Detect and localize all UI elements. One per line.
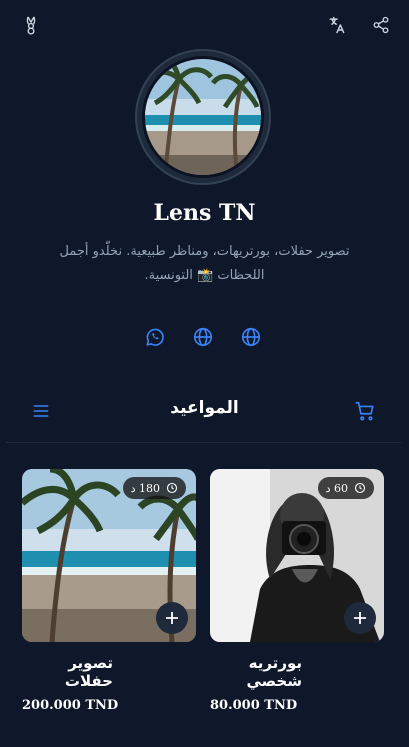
profile-bio: تصوير حفلات، بورتريهات، ومناظر طبيعية. ن… (59, 244, 350, 283)
service-price: 200.000 TND (22, 698, 119, 713)
cart-icon[interactable] (354, 400, 376, 422)
add-to-cart-button[interactable] (344, 602, 376, 634)
service-card[interactable]: 60 د بورتريه شخصي 80.000 TND (210, 469, 384, 713)
globe-icon[interactable] (239, 325, 263, 349)
globe-icon[interactable] (191, 325, 215, 349)
section-title: المواعيد (170, 398, 239, 418)
service-title: تصوير حفلات (64, 654, 113, 690)
service-image[interactable]: 180 د (22, 469, 196, 642)
add-to-cart-button[interactable] (156, 602, 188, 634)
translate-icon[interactable] (326, 14, 348, 36)
duration-badge: 180 د (122, 477, 186, 499)
profile-name: Lens TN (153, 200, 256, 226)
plus-icon (354, 612, 366, 624)
profile-avatar (135, 49, 271, 185)
service-image[interactable]: 60 د (210, 469, 384, 642)
section-divider (6, 442, 401, 443)
service-title: بورتريه شخصي (246, 654, 302, 690)
logo-icon[interactable] (20, 14, 42, 36)
beach-avatar-image (145, 59, 261, 175)
duration-badge: 60 د (317, 477, 374, 499)
share-icon[interactable] (370, 14, 392, 36)
service-price: 80.000 TND (210, 698, 298, 713)
clock-icon (166, 482, 178, 494)
duration-text: 180 د (130, 481, 160, 495)
clock-icon (354, 482, 366, 494)
whatsapp-icon[interactable] (143, 325, 167, 349)
service-card[interactable]: 180 د تصوير حفلات 200.000 TND (22, 469, 196, 713)
duration-text: 60 د (325, 481, 348, 495)
plus-icon (166, 612, 178, 624)
